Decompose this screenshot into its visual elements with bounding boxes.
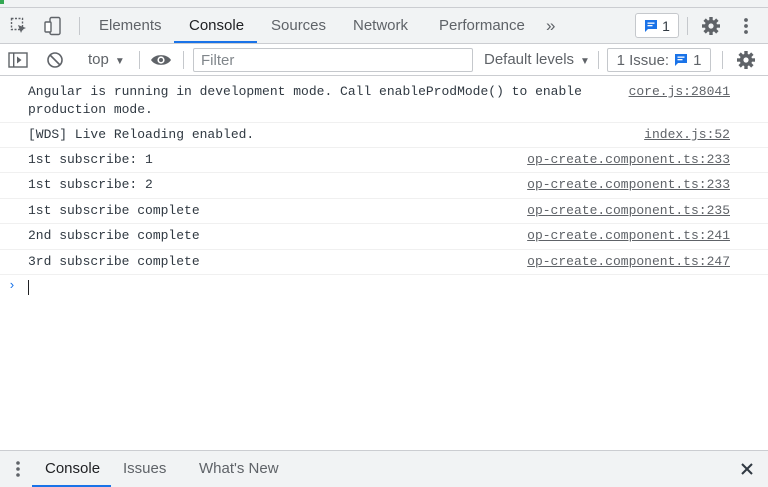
context-label: top [88, 51, 109, 68]
window-top-strip [0, 0, 768, 8]
console-message: [WDS] Live Reloading enabled. index.js:5… [0, 123, 768, 148]
more-tabs-button[interactable]: » [546, 8, 555, 43]
clear-console-icon[interactable] [44, 44, 66, 76]
message-source-link[interactable]: op-create.component.ts:241 [527, 227, 730, 245]
tab-sources[interactable]: Sources [271, 8, 326, 43]
live-expression-eye-icon[interactable] [149, 44, 173, 76]
tab-network[interactable]: Network [353, 8, 408, 43]
message-source-link[interactable]: op-create.component.ts:233 [527, 176, 730, 194]
message-text: 3rd subscribe complete [28, 254, 200, 269]
message-text: 1st subscribe: 2 [28, 177, 153, 192]
tab-bar-divider [687, 17, 688, 35]
filter-input[interactable] [193, 48, 473, 72]
issues-label: 1 Issue: [616, 51, 670, 69]
message-text: Angular is running in development mode. … [28, 84, 582, 117]
prompt-chevron-icon: › [8, 278, 16, 293]
console-prompt[interactable]: › [0, 276, 768, 298]
dropdown-arrow-icon: ▼ [114, 56, 125, 67]
issues-count: 1 [662, 17, 670, 34]
drawer-tab-issues[interactable]: Issues [123, 451, 166, 487]
message-source-link[interactable]: op-create.component.ts:247 [527, 253, 730, 271]
message-text: 2nd subscribe complete [28, 228, 200, 243]
tab-elements[interactable]: Elements [99, 8, 162, 43]
dropdown-arrow-icon: ▼ [580, 56, 590, 67]
toolbar-divider [183, 51, 184, 69]
device-toolbar-icon[interactable] [42, 8, 64, 43]
show-sidebar-icon[interactable] [7, 44, 29, 76]
toolbar-divider [139, 51, 140, 69]
active-tab-indicator [174, 41, 257, 43]
console-message: 1st subscribe complete op-create.compone… [0, 199, 768, 224]
console-message: 2nd subscribe complete op-create.compone… [0, 224, 768, 250]
inspect-element-icon[interactable] [8, 8, 30, 43]
levels-label: Default levels [484, 51, 575, 68]
drawer-menu-icon[interactable] [10, 451, 26, 487]
execution-context-selector[interactable]: top ▼ [88, 44, 125, 76]
tab-console[interactable]: Console [189, 8, 244, 43]
console-message: 3rd subscribe complete op-create.compone… [0, 250, 768, 275]
toolbar-divider [722, 51, 723, 69]
message-source-link[interactable]: core.js:28041 [629, 83, 730, 101]
message-text: 1st subscribe complete [28, 203, 200, 218]
window-corner-mark [0, 0, 4, 4]
console-message: 1st subscribe: 1 op-create.component.ts:… [0, 148, 768, 173]
console-message: 1st subscribe: 2 op-create.component.ts:… [0, 173, 768, 199]
tab-bar-divider [79, 17, 80, 35]
issues-counter-badge[interactable]: 1 [635, 13, 679, 38]
message-text: 1st subscribe: 1 [28, 152, 153, 167]
text-caret [28, 280, 29, 295]
message-source-link[interactable]: index.js:52 [644, 126, 730, 144]
drawer-tab-bar: Console Issues What's New [0, 450, 768, 487]
issues-count: 1 [693, 51, 702, 69]
message-text: [WDS] Live Reloading enabled. [28, 127, 255, 142]
issues-button[interactable]: 1 Issue: 1 [607, 48, 711, 72]
close-drawer-icon[interactable] [737, 459, 757, 479]
customize-menu-icon[interactable] [738, 8, 754, 43]
message-icon [674, 53, 688, 67]
settings-gear-icon[interactable] [700, 8, 722, 43]
drawer-tab-console[interactable]: Console [45, 451, 100, 487]
console-messages: Angular is running in development mode. … [0, 77, 768, 275]
message-icon [644, 19, 658, 33]
log-levels-dropdown[interactable]: Default levels ▼ [484, 44, 590, 76]
tab-performance[interactable]: Performance [439, 8, 525, 43]
message-source-link[interactable]: op-create.component.ts:235 [527, 202, 730, 220]
devtools-tab-bar: Elements Console Sources Network Perform… [0, 8, 768, 44]
message-source-link[interactable]: op-create.component.ts:233 [527, 151, 730, 169]
console-settings-gear-icon[interactable] [735, 44, 757, 76]
drawer-tab-whats-new[interactable]: What's New [199, 451, 279, 487]
console-message: Angular is running in development mode. … [0, 77, 768, 123]
console-toolbar: top ▼ Default levels ▼ 1 Issue: 1 [0, 44, 768, 76]
toolbar-divider [598, 51, 599, 69]
